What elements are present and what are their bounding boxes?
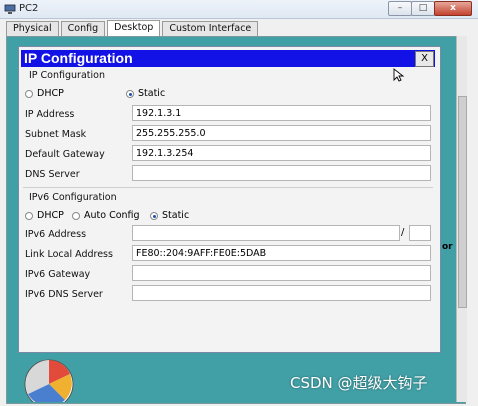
- ipv4-static-radio[interactable]: [126, 89, 134, 98]
- link-local-address-label: Link Local Address: [25, 249, 113, 260]
- mouse-cursor-icon: [393, 68, 405, 82]
- vertical-scrollbar[interactable]: [456, 36, 467, 402]
- ipv6-static-radio[interactable]: [150, 211, 158, 220]
- subnet-mask-label: Subnet Mask: [25, 129, 87, 140]
- ipv6-gateway-label: IPv6 Gateway: [25, 269, 91, 280]
- ipv6-dns-server-label: IPv6 DNS Server: [25, 289, 103, 300]
- ipv6-gateway-input[interactable]: [132, 265, 431, 281]
- ipv6-auto-config-option[interactable]: Auto Config: [72, 210, 152, 221]
- default-gateway-input[interactable]: 192.1.3.254: [132, 145, 431, 161]
- ip-window-close-button[interactable]: X: [415, 51, 434, 67]
- dns-server-input[interactable]: [132, 165, 431, 181]
- side-text: or: [442, 242, 453, 252]
- maximize-button[interactable]: □: [411, 1, 435, 16]
- ipv4-dhcp-label: DHCP: [37, 88, 64, 99]
- prefix-separator: /: [401, 227, 405, 238]
- ipv6-prefix-input[interactable]: [409, 225, 431, 241]
- pc-app-icon: [4, 4, 16, 14]
- tab-physical[interactable]: Physical: [6, 21, 59, 36]
- ipv6-dhcp-option[interactable]: DHCP: [25, 210, 76, 221]
- ip-address-label: IP Address: [25, 109, 75, 120]
- ipv6-dhcp-radio[interactable]: [25, 211, 33, 220]
- ipv6-section-title: IPv6 Configuration: [29, 192, 117, 203]
- ipv6-dhcp-label: DHCP: [37, 210, 64, 221]
- tab-bar: Physical Config Desktop Custom Interface: [6, 20, 260, 36]
- ipv6-dns-server-input[interactable]: [132, 285, 431, 301]
- ip-window-header: IP Configuration X: [21, 50, 435, 67]
- ipv4-static-label: Static: [138, 88, 166, 99]
- ip-configuration-window: IP Configuration X IP Configuration DHCP…: [18, 46, 441, 353]
- link-local-address-input[interactable]: FE80::204:9AFF:FE0E:5DAB: [132, 245, 431, 261]
- tab-desktop[interactable]: Desktop: [107, 20, 161, 36]
- subnet-mask-input[interactable]: 255.255.255.0: [132, 125, 431, 141]
- ipv4-dhcp-radio[interactable]: [25, 89, 33, 98]
- ipv4-section-title: IP Configuration: [29, 70, 105, 81]
- ipv6-static-label: Static: [162, 210, 190, 221]
- minimize-button[interactable]: –: [388, 1, 412, 16]
- scrollbar-thumb[interactable]: [458, 96, 467, 308]
- window-title-bar: PC2 – □ x: [0, 0, 478, 19]
- ipv6-address-label: IPv6 Address: [25, 229, 87, 240]
- section-divider: [23, 187, 433, 188]
- tab-config[interactable]: Config: [60, 21, 106, 36]
- ipv4-static-option[interactable]: Static: [126, 88, 177, 99]
- window-title: PC2: [19, 3, 39, 14]
- ipv6-address-input[interactable]: [132, 225, 400, 241]
- ipv6-static-option[interactable]: Static: [150, 210, 201, 221]
- ip-address-input[interactable]: 192.1.3.1: [132, 105, 431, 121]
- pie-chart-app-icon[interactable]: [20, 350, 78, 402]
- ipv4-dhcp-option[interactable]: DHCP: [25, 88, 76, 99]
- ip-window-title: IP Configuration: [24, 50, 133, 66]
- tab-custom-interface[interactable]: Custom Interface: [162, 21, 259, 36]
- default-gateway-label: Default Gateway: [25, 149, 105, 160]
- close-window-button[interactable]: x: [434, 1, 472, 16]
- watermark-text: CSDN @超级大钩子: [290, 374, 428, 392]
- ipv6-auto-config-radio[interactable]: [72, 211, 80, 220]
- dns-server-label: DNS Server: [25, 169, 80, 180]
- ipv6-auto-config-label: Auto Config: [84, 210, 140, 221]
